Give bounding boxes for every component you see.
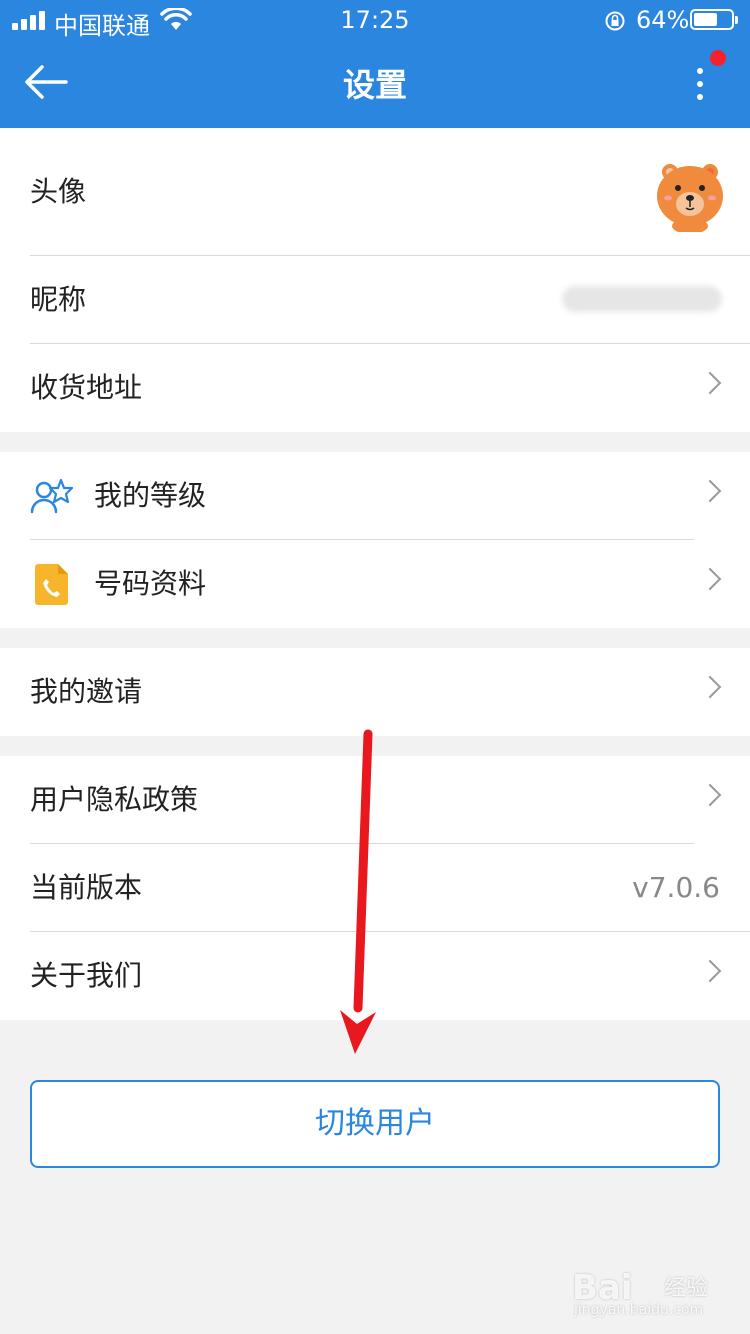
chevron-right-icon (698, 479, 722, 503)
profile-group: 头像 昵称 收货地址 (0, 128, 750, 432)
about-label: 关于我们 (30, 959, 143, 992)
nickname-label: 昵称 (30, 283, 87, 316)
page-title: 设置 (342, 66, 407, 104)
more-vertical-icon[interactable] (680, 60, 720, 108)
switch-user-button[interactable]: 切换用户 (30, 1080, 720, 1168)
address-row[interactable]: 收货地址 (0, 344, 750, 432)
phone-document-icon (35, 564, 68, 605)
battery-icon (690, 9, 738, 30)
user-star-icon (30, 478, 74, 514)
number-info-label: 号码资料 (94, 567, 207, 600)
baidu-watermark: Bai 经验 jingyan.baidu.com (572, 1250, 722, 1320)
red-annotation-arrow (340, 729, 376, 1054)
address-label: 收货地址 (30, 371, 143, 404)
avatar-row[interactable]: 头像 (0, 128, 750, 256)
invite-group: 我的邀请 (0, 648, 750, 736)
chevron-right-icon (698, 783, 722, 807)
bear-avatar-icon (657, 164, 723, 232)
rotation-lock-icon (605, 11, 625, 31)
app-header: 中国联通 17:25 64% 设置 (0, 0, 750, 128)
level-label: 我的等级 (94, 479, 207, 512)
number-info-row[interactable]: 号码资料 (0, 540, 750, 628)
nickname-value-blurred (562, 286, 722, 312)
chevron-right-icon (698, 567, 722, 591)
watermark-url: jingyan.baidu.com (574, 1302, 704, 1318)
invite-row[interactable]: 我的邀请 (0, 648, 750, 736)
invite-label: 我的邀请 (30, 675, 143, 708)
watermark-suffix: 经验 (664, 1276, 709, 1301)
level-row[interactable]: 我的等级 (0, 452, 750, 540)
notification-dot (710, 50, 726, 66)
account-group: 我的等级 号码资料 (0, 452, 750, 628)
chevron-right-icon (698, 371, 722, 395)
battery-percent: 64% (636, 6, 690, 34)
status-bar: 中国联通 17:25 64% (0, 0, 750, 42)
nickname-row[interactable]: 昵称 (0, 256, 750, 344)
avatar-label: 头像 (30, 175, 87, 208)
chevron-right-icon (698, 675, 722, 699)
version-label: 当前版本 (30, 871, 143, 904)
chevron-right-icon (698, 959, 722, 983)
privacy-label: 用户隐私政策 (30, 783, 199, 816)
version-value: v7.0.6 (632, 871, 720, 904)
